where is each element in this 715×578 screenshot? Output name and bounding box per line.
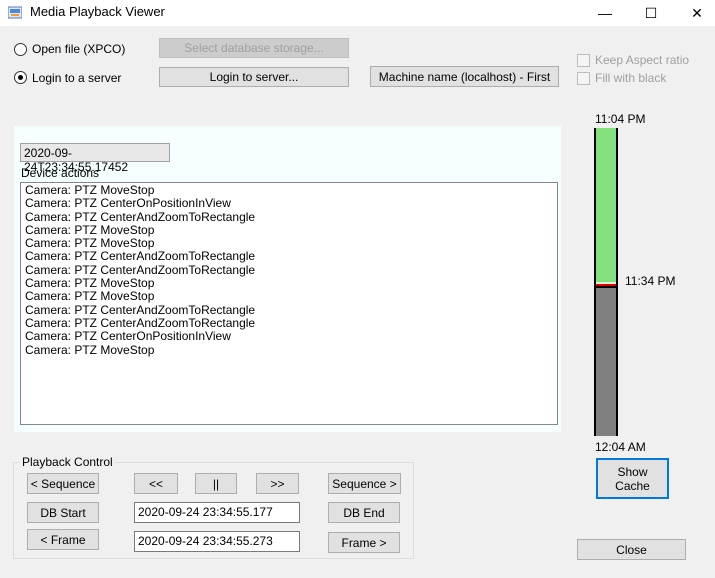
list-item[interactable]: Camera: PTZ CenterAndZoomToRectangle <box>25 316 553 330</box>
window-title: Media Playback Viewer <box>30 4 165 19</box>
title-bar: Media Playback Viewer — ☐ ✕ <box>0 0 715 26</box>
next-frame-button[interactable]: Frame > <box>328 532 400 553</box>
pause-button[interactable]: || <box>195 473 237 494</box>
list-item[interactable]: Camera: PTZ MoveStop <box>25 343 553 357</box>
app-icon <box>7 5 23 19</box>
list-item[interactable]: Camera: PTZ CenterAndZoomToRectangle <box>25 250 553 264</box>
fill-black-label: Fill with black <box>595 71 667 85</box>
list-item[interactable]: Camera: PTZ CenterAndZoomToRectangle <box>25 263 553 277</box>
device-actions-list[interactable]: Camera: PTZ MoveStop Camera: PTZ CenterOn… <box>20 182 558 425</box>
minimize-button[interactable]: — <box>582 0 628 26</box>
timeline-bottom-label: 12:04 AM <box>595 440 646 454</box>
prev-frame-button[interactable]: < Frame <box>27 529 99 550</box>
current-time-field[interactable]: 2020-09-24 23:34:55.177 <box>134 502 300 523</box>
maximize-button[interactable]: ☐ <box>628 0 674 26</box>
list-item[interactable]: Camera: PTZ MoveStop <box>25 183 553 197</box>
timeline-position-marker <box>596 284 616 286</box>
timeline-mid-label: 11:34 PM <box>625 274 676 288</box>
list-item[interactable]: Camera: PTZ MoveStop <box>25 223 553 237</box>
timeline-bar[interactable] <box>594 128 618 436</box>
next-time-field[interactable]: 2020-09-24 23:34:55.273 <box>134 531 300 552</box>
rewind-button[interactable]: << <box>134 473 178 494</box>
show-cache-button[interactable]: Show Cache <box>596 458 669 499</box>
timeline-uncached-segment <box>596 288 616 436</box>
open-file-label: Open file (XPCO) <box>32 42 126 56</box>
list-item[interactable]: Camera: PTZ CenterOnPositionInView <box>25 196 553 210</box>
machine-name-button[interactable]: Machine name (localhost) - First <box>370 66 559 87</box>
maximize-icon: ☐ <box>644 4 658 21</box>
login-server-radio[interactable] <box>14 71 27 84</box>
list-item[interactable]: Camera: PTZ CenterAndZoomToRectangle <box>25 210 553 224</box>
list-item[interactable]: Camera: PTZ CenterOnPositionInView <box>25 329 553 343</box>
timestamp-display: 2020-09-24T23:34:55.17452 <box>20 143 170 174</box>
login-server-label: Login to a server <box>32 71 122 85</box>
select-database-button[interactable]: Select database storage... <box>159 38 349 58</box>
minimize-icon: — <box>598 5 612 21</box>
prev-sequence-button[interactable]: < Sequence <box>27 473 99 494</box>
playback-control-label: Playback Control <box>20 455 115 469</box>
close-icon: ✕ <box>691 4 703 21</box>
next-sequence-button[interactable]: Sequence > <box>328 473 401 494</box>
close-window-button[interactable]: ✕ <box>674 0 715 26</box>
list-item[interactable]: Camera: PTZ MoveStop <box>25 290 553 304</box>
timeline-cached-segment <box>596 128 616 282</box>
login-server-button[interactable]: Login to server... <box>159 67 349 87</box>
device-actions-label: Device actions <box>21 166 100 180</box>
db-start-button[interactable]: DB Start <box>27 502 99 523</box>
fill-black-checkbox[interactable] <box>577 72 590 85</box>
db-end-button[interactable]: DB End <box>328 502 400 523</box>
keep-aspect-label: Keep Aspect ratio <box>595 53 690 67</box>
list-item[interactable]: Camera: PTZ MoveStop <box>25 276 553 290</box>
list-item[interactable]: Camera: PTZ CenterAndZoomToRectangle <box>25 303 553 317</box>
close-button[interactable]: Close <box>577 539 686 560</box>
list-item[interactable]: Camera: PTZ MoveStop <box>25 236 553 250</box>
open-file-radio[interactable] <box>14 43 27 56</box>
forward-button[interactable]: >> <box>256 473 299 494</box>
keep-aspect-checkbox[interactable] <box>577 54 590 67</box>
timeline-top-label: 11:04 PM <box>595 112 646 126</box>
